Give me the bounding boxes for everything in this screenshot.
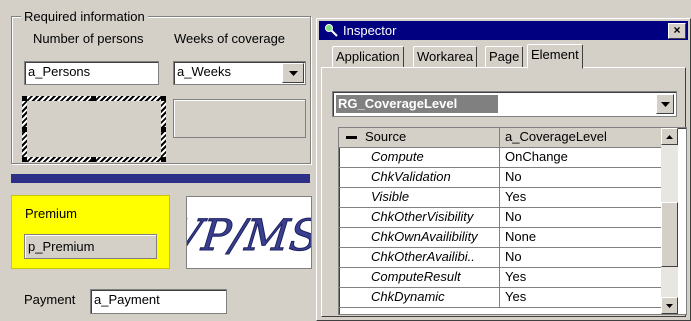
property-name: ChkOtherVisibility: [339, 208, 500, 227]
property-value[interactable]: Yes: [501, 188, 661, 207]
property-row-source[interactable]: Source a_CoverageLevel: [339, 128, 661, 148]
property-value[interactable]: No: [501, 208, 661, 227]
arrow-up-icon: [666, 134, 673, 139]
resize-handle-br[interactable]: [161, 157, 166, 162]
property-name: Source: [339, 128, 500, 147]
property-value[interactable]: No: [501, 248, 661, 267]
weeks-combo-value: a_Weeks: [177, 64, 231, 79]
element-select-value: RG_CoverageLevel: [336, 95, 498, 113]
property-name: ChkOtherAvailibi..: [339, 248, 500, 267]
property-value[interactable]: a_CoverageLevel: [501, 128, 661, 147]
property-row[interactable]: ChkDynamic Yes: [339, 288, 661, 308]
resize-handle-bl[interactable]: [22, 157, 27, 162]
property-row[interactable]: ChkOwnAvailibility None: [339, 228, 661, 248]
close-button[interactable]: ×: [668, 23, 686, 39]
tab-page[interactable]: Page: [485, 46, 524, 68]
property-value[interactable]: None: [501, 228, 661, 247]
weeks-dropdown-button[interactable]: [282, 63, 304, 83]
chevron-down-icon: [288, 70, 298, 76]
resize-handle-tl[interactable]: [22, 96, 27, 101]
property-grid[interactable]: Source a_CoverageLevel Compute OnChange …: [338, 127, 687, 315]
property-name: ChkValidation: [339, 168, 500, 187]
property-value[interactable]: Yes: [501, 268, 661, 287]
resize-handle-b[interactable]: [91, 157, 96, 162]
payment-input[interactable]: a_Payment: [90, 289, 227, 314]
resize-handle-l[interactable]: [22, 127, 27, 132]
scroll-down-button[interactable]: [661, 297, 678, 314]
tab-element[interactable]: Element: [527, 44, 583, 69]
element-select[interactable]: RG_CoverageLevel: [332, 91, 677, 117]
property-row[interactable]: ComputeResult Yes: [339, 268, 661, 288]
property-row[interactable]: ChkOtherVisibility No: [339, 208, 661, 228]
property-row[interactable]: Compute OnChange: [339, 148, 661, 168]
group-title: Required information: [21, 9, 148, 24]
property-row[interactable]: ChkOtherAvailibi.. No: [339, 248, 661, 268]
property-name: ChkDynamic: [339, 288, 500, 307]
selected-widget-placeholder[interactable]: [22, 96, 166, 162]
inspector-title: Inspector: [343, 23, 397, 38]
inspector-icon: [325, 24, 338, 37]
weeks-label: Weeks of coverage: [174, 31, 286, 46]
collapse-icon[interactable]: [346, 136, 357, 139]
inspector-titlebar[interactable]: Inspector ×: [319, 21, 688, 40]
property-name: Visible: [339, 188, 500, 207]
property-value[interactable]: No: [501, 168, 661, 187]
property-name: Compute: [339, 148, 500, 167]
property-name: ComputeResult: [339, 268, 500, 287]
premium-label: Premium: [25, 206, 78, 221]
resize-handle-tr[interactable]: [161, 96, 166, 101]
property-value[interactable]: Yes: [501, 288, 661, 307]
property-row[interactable]: ChkValidation No: [339, 168, 661, 188]
inspector-window: Inspector × Application Workarea Page El…: [316, 18, 691, 321]
separator-bar: [11, 174, 310, 183]
persons-input[interactable]: a_Persons: [24, 61, 159, 85]
scroll-thumb[interactable]: [661, 202, 678, 267]
logo-text: VP/MS: [187, 211, 311, 261]
chevron-down-icon: [660, 101, 670, 107]
property-row[interactable]: Visible Yes: [339, 188, 661, 208]
vpms-logo: VP/MS: [168, 196, 322, 269]
premium-output: p_Premium: [24, 234, 157, 259]
persons-label: Number of persons: [33, 31, 144, 46]
property-value[interactable]: OnChange: [501, 148, 661, 167]
arrow-down-icon: [666, 303, 673, 308]
close-icon: ×: [673, 23, 681, 37]
tab-application[interactable]: Application: [332, 46, 404, 68]
weeks-display-box[interactable]: [173, 99, 306, 138]
resize-handle-r[interactable]: [161, 127, 166, 132]
weeks-combo[interactable]: a_Weeks: [173, 61, 306, 85]
scroll-up-button[interactable]: [661, 128, 678, 145]
property-grid-scrollbar[interactable]: [661, 128, 678, 314]
resize-handle-t[interactable]: [91, 96, 96, 101]
payment-label: Payment: [24, 292, 76, 307]
tab-workarea[interactable]: Workarea: [413, 46, 478, 68]
property-name: ChkOwnAvailibility: [339, 228, 500, 247]
element-dropdown-button[interactable]: [656, 94, 674, 114]
